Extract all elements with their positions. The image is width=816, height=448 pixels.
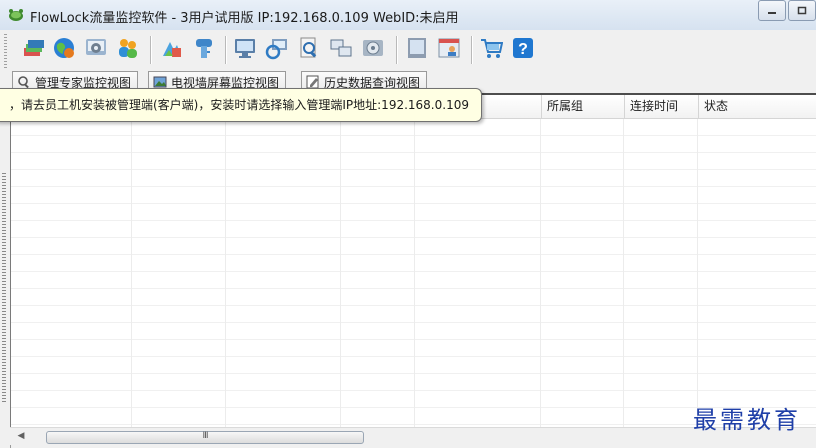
restore-icon	[797, 6, 807, 15]
client-list-table: 户 所属组 连接时间 状态	[10, 93, 816, 429]
screen-icon[interactable]	[405, 36, 429, 60]
users-icon[interactable]	[116, 36, 140, 60]
magnifier-icon	[18, 76, 29, 89]
monitor-icon[interactable]	[233, 36, 257, 60]
app-logo-icon	[9, 9, 23, 21]
layers-icon[interactable]	[22, 36, 46, 60]
restore-button[interactable]	[788, 0, 816, 21]
toolbar-separator	[150, 36, 151, 64]
watermark: 最需教育	[693, 406, 801, 434]
thumb-grip: III	[202, 431, 209, 441]
column-header-group[interactable]: 所属组	[541, 95, 625, 118]
scroll-left-arrow-icon[interactable]: ◀	[14, 431, 28, 442]
minimize-button[interactable]	[758, 0, 786, 21]
key-icon[interactable]	[192, 36, 216, 60]
app-window: FlowLock流量监控软件 - 3用户试用版 IP:192.168.0.109…	[0, 0, 816, 448]
person-card-icon[interactable]	[437, 36, 461, 60]
column-divider	[340, 119, 341, 429]
help-icon[interactable]: ?	[511, 36, 535, 60]
network-icon[interactable]	[329, 36, 353, 60]
column-header-connect-time[interactable]: 连接时间	[624, 95, 699, 118]
report-icon[interactable]	[160, 36, 184, 60]
window-title: FlowLock流量监控软件 - 3用户试用版 IP:192.168.0.109…	[30, 11, 459, 26]
settings-panel-icon[interactable]	[84, 36, 108, 60]
globe-icon[interactable]	[52, 36, 76, 60]
toolbar-grip[interactable]	[4, 34, 7, 68]
column-divider	[540, 119, 541, 429]
toolbar-separator	[471, 36, 472, 64]
tooltip-text: ，请去员工机安装被管理端(客户端)，安装时请选择输入管理端IP地址:192.16…	[9, 98, 469, 112]
document-search-icon[interactable]	[297, 36, 321, 60]
toolbar-separator	[396, 36, 397, 64]
scrollbar-thumb[interactable]: III	[46, 431, 364, 444]
edit-icon	[306, 75, 319, 89]
tooltip: ，请去员工机安装被管理端(客户端)，安装时请选择输入管理端IP地址:192.16…	[0, 88, 482, 122]
column-divider	[697, 119, 698, 429]
toolbar-separator	[225, 36, 226, 64]
toolbar: ?	[0, 30, 816, 70]
picture-icon	[153, 76, 167, 88]
column-divider	[131, 119, 132, 429]
column-divider	[414, 119, 415, 429]
title-bar[interactable]: FlowLock流量监控软件 - 3用户试用版 IP:192.168.0.109…	[0, 0, 816, 31]
column-divider	[225, 119, 226, 429]
column-divider	[623, 119, 624, 429]
column-header-status[interactable]: 状态	[698, 95, 816, 118]
svg-text:?: ?	[518, 41, 528, 58]
minimize-icon	[768, 11, 776, 14]
disk-icon[interactable]	[361, 36, 385, 60]
window-controls	[756, 0, 816, 21]
splitter-grip[interactable]	[2, 173, 6, 403]
cart-icon[interactable]	[479, 36, 503, 60]
refresh-monitor-icon[interactable]	[265, 36, 289, 60]
